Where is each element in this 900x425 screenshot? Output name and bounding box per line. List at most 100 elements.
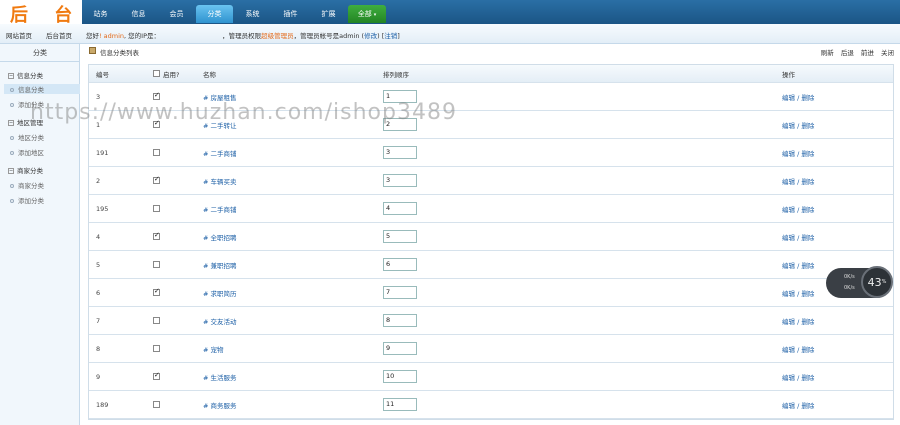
row-name[interactable]: # 房屋租售: [203, 83, 237, 110]
enabled-checkbox[interactable]: [153, 317, 160, 324]
sidebar-item-add-category[interactable]: 添加分类: [10, 99, 44, 109]
sidebar-group-label: 信息分类: [17, 72, 43, 80]
permission-label: ，管理员权限: [222, 32, 262, 40]
modify-link[interactable]: 修改: [364, 32, 377, 40]
enabled-checkbox[interactable]: [153, 401, 160, 408]
sidebar-item-merchant-category[interactable]: 商家分类: [10, 180, 44, 190]
row-name[interactable]: # 生活服务: [203, 363, 237, 390]
memory-gauge[interactable]: 43%: [861, 266, 893, 298]
order-input[interactable]: 6: [383, 258, 417, 271]
row-actions[interactable]: 编辑 / 删除: [782, 251, 814, 278]
row-actions[interactable]: 编辑 / 删除: [782, 335, 814, 362]
row-actions[interactable]: 编辑 / 删除: [782, 167, 814, 194]
sidebar-item-area-category[interactable]: 地区分类: [10, 132, 44, 142]
nav-tab-category[interactable]: 分类: [196, 5, 233, 23]
forward-button[interactable]: 前进: [861, 49, 874, 57]
sidebar-item-add-area[interactable]: 添加地区: [10, 147, 44, 157]
account-label: ，管理员帐号是admin: [293, 32, 360, 40]
enabled-checkbox[interactable]: [153, 91, 160, 100]
bullet-icon: [10, 184, 14, 188]
back-button[interactable]: 后退: [841, 49, 854, 57]
row-enabled: [153, 139, 160, 166]
table-row: 8 # 宠物 9 编辑 / 删除: [89, 335, 893, 363]
order-input[interactable]: 9: [383, 342, 417, 355]
nav-tab-zhanwu[interactable]: 站务: [82, 5, 119, 23]
order-input[interactable]: 5: [383, 230, 417, 243]
row-actions[interactable]: 编辑 / 删除: [782, 139, 814, 166]
order-input[interactable]: 10: [383, 370, 417, 383]
row-name[interactable]: # 二手商铺: [203, 195, 237, 222]
row-name[interactable]: # 二手转让: [203, 111, 237, 138]
sidebar-group-area[interactable]: − 地区管理: [8, 117, 43, 127]
enabled-checkbox[interactable]: [153, 231, 160, 240]
order-input[interactable]: 11: [383, 398, 417, 411]
enabled-checkbox[interactable]: [153, 287, 160, 296]
nav-tab-member[interactable]: 会员: [158, 5, 195, 23]
row-name[interactable]: # 交友活动: [203, 307, 237, 334]
header-enabled-label: 启用?: [163, 70, 180, 79]
row-actions[interactable]: 编辑 / 删除: [782, 391, 814, 418]
row-id: 189: [96, 400, 109, 409]
enabled-checkbox[interactable]: [153, 205, 160, 212]
row-actions[interactable]: 编辑 / 删除: [782, 279, 814, 306]
row-name[interactable]: # 二手商铺: [203, 139, 237, 166]
sidebar-item-info-category[interactable]: 信息分类: [4, 84, 80, 94]
select-all-checkbox[interactable]: [153, 70, 160, 77]
table-row: 4 # 全职招聘 5 编辑 / 删除: [89, 223, 893, 251]
sidebar-group-info[interactable]: − 信息分类: [8, 70, 43, 80]
enabled-checkbox[interactable]: [153, 261, 160, 268]
order-input[interactable]: 3: [383, 174, 417, 187]
row-name[interactable]: # 宠物: [203, 335, 224, 362]
row-order: 7: [383, 279, 417, 306]
bullet-icon: [10, 88, 14, 92]
row-actions[interactable]: 编辑 / 删除: [782, 363, 814, 390]
table-row: 1 # 二手转让 2 编辑 / 删除: [89, 111, 893, 139]
row-id: 191: [96, 148, 109, 157]
row-order: 2: [383, 111, 417, 138]
order-input[interactable]: 4: [383, 202, 417, 215]
nav-tab-system[interactable]: 系统: [234, 5, 271, 23]
row-actions[interactable]: 编辑 / 删除: [782, 111, 814, 138]
row-name[interactable]: # 车辆买卖: [203, 167, 237, 194]
row-enabled: [153, 223, 160, 250]
order-input[interactable]: 1: [383, 90, 417, 103]
row-name[interactable]: # 商务服务: [203, 391, 237, 418]
order-input[interactable]: 8: [383, 314, 417, 327]
enabled-checkbox[interactable]: [153, 149, 160, 156]
enabled-checkbox[interactable]: [153, 175, 160, 184]
enabled-checkbox[interactable]: [153, 119, 160, 128]
admin-home-link[interactable]: 后台首页: [46, 30, 72, 40]
nav-tab-plugin[interactable]: 插件: [272, 5, 309, 23]
row-actions[interactable]: 编辑 / 删除: [782, 307, 814, 334]
row-actions[interactable]: 编辑 / 删除: [782, 83, 814, 110]
refresh-button[interactable]: 刷新: [821, 49, 834, 57]
order-input[interactable]: 2: [383, 118, 417, 131]
logout-link[interactable]: 注销: [384, 32, 397, 40]
table-row: 3 # 房屋租售 1 编辑 / 删除: [89, 83, 893, 111]
enabled-checkbox[interactable]: [153, 345, 160, 352]
nav-tab-all[interactable]: 全部 ▾: [348, 5, 386, 23]
nav-tab-extend[interactable]: 扩展: [310, 5, 347, 23]
sidebar-item-add-merchant-category[interactable]: 添加分类: [10, 195, 44, 205]
collapse-icon: −: [8, 168, 14, 174]
order-input[interactable]: 7: [383, 286, 417, 299]
row-actions[interactable]: 编辑 / 删除: [782, 195, 814, 222]
order-input[interactable]: 3: [383, 146, 417, 159]
row-actions[interactable]: 编辑 / 删除: [782, 223, 814, 250]
row-name[interactable]: # 求职简历: [203, 279, 237, 306]
category-table: 编号 启用? 名称 排列顺序 操作 3 # 房屋租售 1 编辑 / 删除 1 # 二手转让…: [88, 64, 894, 420]
row-enabled: [153, 307, 160, 334]
nav-tab-info[interactable]: 信息: [120, 5, 157, 23]
folder-icon: [89, 47, 96, 54]
bullet-icon: [10, 151, 14, 155]
row-name[interactable]: # 兼职招聘: [203, 251, 237, 278]
username: ! admin: [99, 32, 125, 40]
table-body: 3 # 房屋租售 1 编辑 / 删除 1 # 二手转让 2 编辑 / 删除 191 # 二手商铺 3…: [89, 83, 893, 419]
row-order: 8: [383, 307, 417, 334]
row-name[interactable]: # 全职招聘: [203, 223, 237, 250]
site-home-link[interactable]: 网站首页: [6, 30, 32, 40]
close-button[interactable]: 关闭: [881, 49, 894, 57]
row-id: 4: [96, 232, 101, 241]
sidebar-group-merchant[interactable]: − 商家分类: [8, 165, 43, 175]
enabled-checkbox[interactable]: [153, 371, 160, 380]
